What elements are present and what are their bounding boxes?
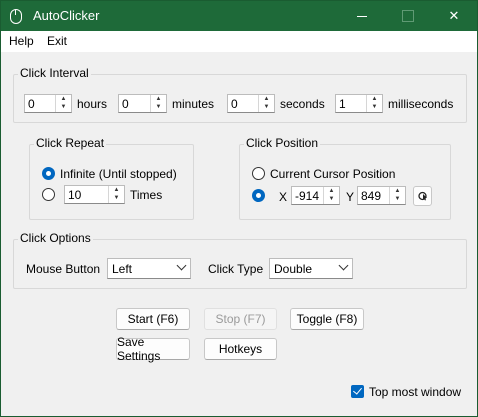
milliseconds-label: milliseconds — [388, 97, 454, 111]
click-interval-label: Click Interval — [18, 66, 91, 80]
pick-location-button[interactable] — [413, 186, 432, 206]
pick-location-radio[interactable] — [252, 189, 265, 202]
minutes-label: minutes — [172, 97, 215, 111]
spin-up-icon[interactable]: ▲ — [56, 95, 71, 103]
click-type-select[interactable]: Double — [269, 258, 353, 279]
click-options-label: Click Options — [18, 231, 93, 245]
toggle-button[interactable]: Toggle (F8) — [290, 308, 364, 330]
spin-up-icon[interactable]: ▲ — [324, 187, 339, 195]
spin-down-icon[interactable]: ▼ — [324, 195, 339, 203]
minimize-button[interactable] — [339, 1, 385, 31]
times-radio[interactable] — [42, 188, 55, 201]
click-position-label: Click Position — [244, 136, 321, 150]
hotkeys-button[interactable]: Hotkeys — [204, 338, 277, 360]
click-type-label: Click Type — [208, 262, 264, 276]
x-label: X — [279, 190, 288, 204]
y-label: Y — [346, 190, 355, 204]
menu-exit[interactable]: Exit — [47, 34, 67, 48]
hours-stepper[interactable]: ▲▼ — [24, 94, 72, 113]
chevron-down-icon — [338, 260, 349, 271]
spin-up-icon[interactable]: ▲ — [390, 187, 405, 195]
current-cursor-label: Current Cursor Position — [270, 167, 396, 181]
x-input[interactable] — [292, 187, 323, 204]
click-position-group: Click Position — [239, 136, 451, 220]
milliseconds-input[interactable] — [336, 95, 366, 112]
infinite-label: Infinite (Until stopped) — [60, 167, 177, 181]
spin-down-icon[interactable]: ▼ — [367, 103, 382, 111]
spin-down-icon[interactable]: ▼ — [109, 194, 124, 202]
mouse-button-label: Mouse Button — [26, 262, 101, 276]
autoclicker-window: AutoClicker ✕ Help Exit Click Interval ▲… — [0, 0, 478, 417]
title-bar[interactable]: AutoClicker ✕ — [1, 1, 477, 31]
hours-label: hours — [77, 97, 108, 111]
spin-down-icon[interactable]: ▼ — [56, 103, 71, 111]
infinite-radio[interactable] — [42, 167, 55, 180]
minutes-stepper[interactable]: ▲▼ — [118, 94, 167, 113]
x-stepper[interactable]: ▲▼ — [291, 186, 340, 205]
y-stepper[interactable]: ▲▼ — [357, 186, 406, 205]
click-repeat-group: Click Repeat — [29, 136, 194, 220]
hours-input[interactable] — [25, 95, 55, 112]
maximize-button[interactable] — [385, 1, 431, 31]
spin-up-icon[interactable]: ▲ — [259, 95, 274, 103]
seconds-label: seconds — [280, 97, 325, 111]
milliseconds-stepper[interactable]: ▲▼ — [335, 94, 383, 113]
cursor-pick-icon — [418, 191, 427, 201]
spin-down-icon[interactable]: ▼ — [390, 195, 405, 203]
seconds-input[interactable] — [228, 95, 258, 112]
spin-down-icon[interactable]: ▼ — [151, 103, 166, 111]
minutes-input[interactable] — [119, 95, 150, 112]
save-settings-button[interactable]: Save Settings — [116, 335, 190, 363]
chevron-down-icon — [176, 260, 187, 271]
spin-up-icon[interactable]: ▲ — [109, 186, 124, 194]
menu-help[interactable]: Help — [9, 34, 34, 48]
times-input[interactable] — [65, 186, 108, 203]
times-stepper[interactable]: ▲▼ — [64, 185, 125, 204]
window-title: AutoClicker — [33, 8, 100, 23]
seconds-stepper[interactable]: ▲▼ — [227, 94, 275, 113]
top-most-label: Top most window — [369, 385, 462, 399]
start-button[interactable]: Start (F6) — [116, 308, 190, 330]
current-cursor-radio[interactable] — [252, 167, 265, 180]
times-label: Times — [130, 188, 163, 202]
mouse-button-select[interactable]: Left — [107, 258, 191, 279]
menu-bar: Help Exit — [1, 31, 477, 52]
y-input[interactable] — [358, 187, 389, 204]
close-button[interactable]: ✕ — [431, 1, 477, 31]
spin-up-icon[interactable]: ▲ — [151, 95, 166, 103]
top-most-checkbox[interactable] — [351, 385, 364, 398]
click-repeat-label: Click Repeat — [34, 136, 107, 150]
click-type-value: Double — [274, 262, 313, 276]
mouse-button-value: Left — [112, 262, 133, 276]
spin-down-icon[interactable]: ▼ — [259, 103, 274, 111]
stop-button[interactable]: Stop (F7) — [204, 308, 277, 330]
spin-up-icon[interactable]: ▲ — [367, 95, 382, 103]
mouse-icon — [10, 9, 22, 24]
